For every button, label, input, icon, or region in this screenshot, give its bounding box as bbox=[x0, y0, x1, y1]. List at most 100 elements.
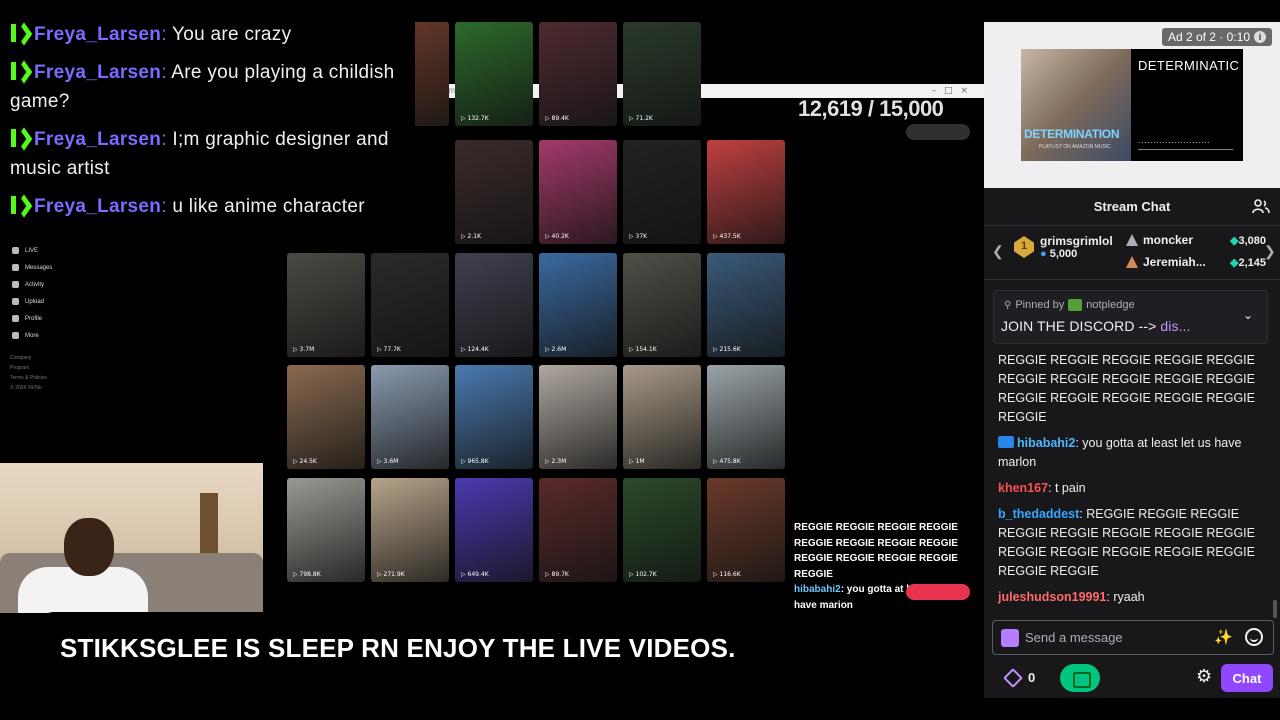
video-thumbnail[interactable]: ▷ 37K bbox=[623, 140, 701, 244]
leaderboard-entry[interactable]: Jeremiah... ◆2,145 bbox=[1126, 255, 1266, 269]
video-thumbnail[interactable]: ▷ 1M bbox=[623, 365, 701, 469]
view-count: ▷ 965.8K bbox=[461, 458, 489, 465]
video-thumbnail[interactable]: ▷ 271.9K bbox=[371, 478, 449, 582]
chat-input-box[interactable]: ✨ bbox=[992, 620, 1274, 655]
kick-logo-icon bbox=[10, 129, 28, 147]
tiktok-footer-link: © 2024 TikTok bbox=[10, 385, 42, 391]
view-count: ▷ 3.6M bbox=[377, 458, 399, 465]
overlay-chat-user: Freya_Larsen bbox=[34, 24, 162, 45]
view-count: ▷ 1M bbox=[629, 458, 645, 465]
overlay-chat-user: Freya_Larsen bbox=[34, 129, 162, 150]
video-thumbnail[interactable]: ▷ 132.7K bbox=[455, 22, 533, 126]
video-thumbnail[interactable]: ▷ 3.7M bbox=[287, 253, 365, 357]
leaderboard-first-points: ● 5,000 bbox=[1040, 248, 1078, 260]
sidebar-icon bbox=[12, 332, 19, 339]
sidebar-icon bbox=[12, 298, 19, 305]
tiktok-footer-link: Program bbox=[10, 365, 30, 371]
video-thumbnail[interactable]: ▷ 71.2K bbox=[623, 22, 701, 126]
webcam-feed bbox=[0, 463, 263, 613]
kick-logo-icon bbox=[10, 196, 28, 214]
sparkle-icon[interactable]: ✨ bbox=[1214, 628, 1233, 646]
video-thumbnail[interactable]: ▷ 475.8K bbox=[707, 365, 785, 469]
view-count: ▷ 2.6M bbox=[545, 346, 567, 353]
ad-counter-text: Ad 2 of 2 · 0:10 bbox=[1167, 30, 1250, 44]
chevron-left-icon[interactable]: ❮ bbox=[992, 243, 1004, 260]
chat-input[interactable] bbox=[1025, 621, 1215, 654]
ad-title: DETERMINATIC bbox=[1138, 58, 1240, 73]
chat-username[interactable]: b_thedaddest bbox=[998, 507, 1079, 521]
bonus-chest-button[interactable] bbox=[1060, 664, 1100, 692]
video-thumbnail[interactable]: ▷ 89.4K bbox=[539, 22, 617, 126]
pinned-by: ⚲ Pinned by notpledge bbox=[1004, 299, 1135, 311]
discord-link[interactable]: dis... bbox=[1160, 318, 1190, 334]
chat-message: REGGIE REGGIE REGGIE REGGIE REGGIE REGGI… bbox=[998, 353, 1255, 424]
kick-logo-icon bbox=[10, 24, 28, 42]
video-thumbnail[interactable]: ▷ 154.1K bbox=[623, 253, 701, 357]
tiktok-sidebar-item: Activity bbox=[12, 281, 44, 288]
badge-icon[interactable] bbox=[1001, 629, 1019, 647]
sidebar-icon bbox=[12, 281, 19, 288]
capture-chat-spam: REGGIE REGGIE REGGIE REGGIE REGGIE REGGI… bbox=[794, 522, 958, 580]
leaderboard-entry[interactable]: moncker ◆3,080 bbox=[1126, 233, 1266, 247]
chat-message: juleshudson19991: ryaah bbox=[998, 590, 1145, 604]
chat-username[interactable]: hibabahi2 bbox=[1017, 436, 1075, 450]
sidebar-icon bbox=[12, 315, 19, 322]
video-thumbnail[interactable]: ▷ 2.1K bbox=[455, 140, 533, 244]
crown-icon bbox=[1126, 234, 1138, 246]
view-count: ▷ 102.7K bbox=[629, 571, 657, 578]
info-icon[interactable]: i bbox=[1254, 31, 1266, 43]
view-count: ▷ 154.1K bbox=[629, 346, 657, 353]
tiktok-sidebar-item: More bbox=[12, 332, 39, 339]
video-thumbnail[interactable]: ▷ 2.6M bbox=[539, 253, 617, 357]
capture-follow-pill bbox=[906, 584, 970, 600]
ad-divider bbox=[1138, 149, 1233, 150]
video-thumbnail[interactable]: ▷ 24.5K bbox=[287, 365, 365, 469]
overlay-chat-user: Freya_Larsen bbox=[34, 196, 162, 217]
gear-icon[interactable]: ⚙ bbox=[1196, 666, 1212, 687]
ad-counter-label: Ad 2 of 2 · 0:10 i bbox=[1161, 28, 1272, 46]
video-thumbnail[interactable]: ▷ 2.3M bbox=[539, 365, 617, 469]
video-thumbnail[interactable]: ▷ 116.6K bbox=[707, 478, 785, 582]
chat-scrollbar[interactable] bbox=[1273, 600, 1277, 618]
chevron-right-icon[interactable]: ❯ bbox=[1264, 243, 1276, 260]
chat-username[interactable]: juleshudson19991 bbox=[998, 590, 1106, 604]
channel-points-icon[interactable] bbox=[1003, 668, 1023, 688]
view-count: ▷ 437.5K bbox=[713, 233, 741, 240]
leaderboard-first[interactable]: 1 grimsgrimlol ● 5,000 bbox=[1014, 234, 1113, 260]
community-icon[interactable] bbox=[1252, 198, 1270, 216]
chat-message: b_thedaddest: REGGIE REGGIE REGGIE REGGI… bbox=[998, 507, 1255, 578]
ad-photo-subtext: PLAYLIST ON AMAZON MUSIC bbox=[1039, 144, 1111, 150]
view-count: ▷ 2.3M bbox=[545, 458, 567, 465]
video-thumbnail[interactable]: ▷ 965.8K bbox=[455, 365, 533, 469]
chat-messages: REGGIE REGGIE REGGIE REGGIE REGGIE REGGI… bbox=[998, 351, 1268, 614]
video-thumbnail[interactable]: ▷ 89.7K bbox=[539, 478, 617, 582]
video-thumbnail[interactable]: ▷ 124.4K bbox=[455, 253, 533, 357]
window-controls: –□× bbox=[931, 86, 976, 96]
video-thumbnail[interactable]: ▷ 798.8K bbox=[287, 478, 365, 582]
chat-title: Stream Chat bbox=[1093, 199, 1171, 214]
view-count: ▷ 116.6K bbox=[713, 571, 741, 578]
overlay-chat-text: You are crazy bbox=[172, 24, 292, 45]
chat-username[interactable]: khen167 bbox=[998, 481, 1048, 495]
emote-icon[interactable] bbox=[1245, 628, 1263, 646]
channel-points-count: 0 bbox=[1028, 670, 1036, 685]
overlay-chat: Freya_Larsen: You are crazy Freya_Larsen:… bbox=[0, 0, 415, 240]
video-thumbnail[interactable]: ▷ 40.2K bbox=[539, 140, 617, 244]
overlay-chat-message: Freya_Larsen: You are crazy bbox=[10, 20, 405, 49]
leaderboard-points: ◆3,080 bbox=[1230, 234, 1266, 247]
overlay-chat-message: Freya_Larsen: I;m graphic designer and m… bbox=[10, 129, 389, 179]
video-thumbnail[interactable]: ▷ 77.7K bbox=[371, 253, 449, 357]
chevron-down-icon[interactable]: ⌄ bbox=[1243, 308, 1253, 322]
ad-creative[interactable]: DETERMINATION PLAYLIST ON AMAZON MUSIC D… bbox=[1021, 49, 1243, 161]
ad-progress-dots: ........................ bbox=[1138, 135, 1211, 145]
chat-send-button[interactable]: Chat bbox=[1221, 664, 1273, 692]
video-thumbnail[interactable]: ▷ 215.6K bbox=[707, 253, 785, 357]
tiktok-sidebar: LIVE Messages Activity Upload Profile More Com… bbox=[0, 240, 265, 464]
pinned-message[interactable]: ⚲ Pinned by notpledge JOIN THE DISCORD -… bbox=[993, 290, 1268, 344]
view-count: ▷ 124.4K bbox=[461, 346, 489, 353]
video-thumbnail[interactable]: ▷ 3.6M bbox=[371, 365, 449, 469]
video-thumbnail[interactable]: ▷ 437.5K bbox=[707, 140, 785, 244]
video-thumbnail[interactable]: ▷ 649.4K bbox=[455, 478, 533, 582]
video-thumbnail[interactable]: ▷ 102.7K bbox=[623, 478, 701, 582]
ad-panel[interactable]: DETERMINATION PLAYLIST ON AMAZON MUSIC D… bbox=[984, 22, 1280, 188]
